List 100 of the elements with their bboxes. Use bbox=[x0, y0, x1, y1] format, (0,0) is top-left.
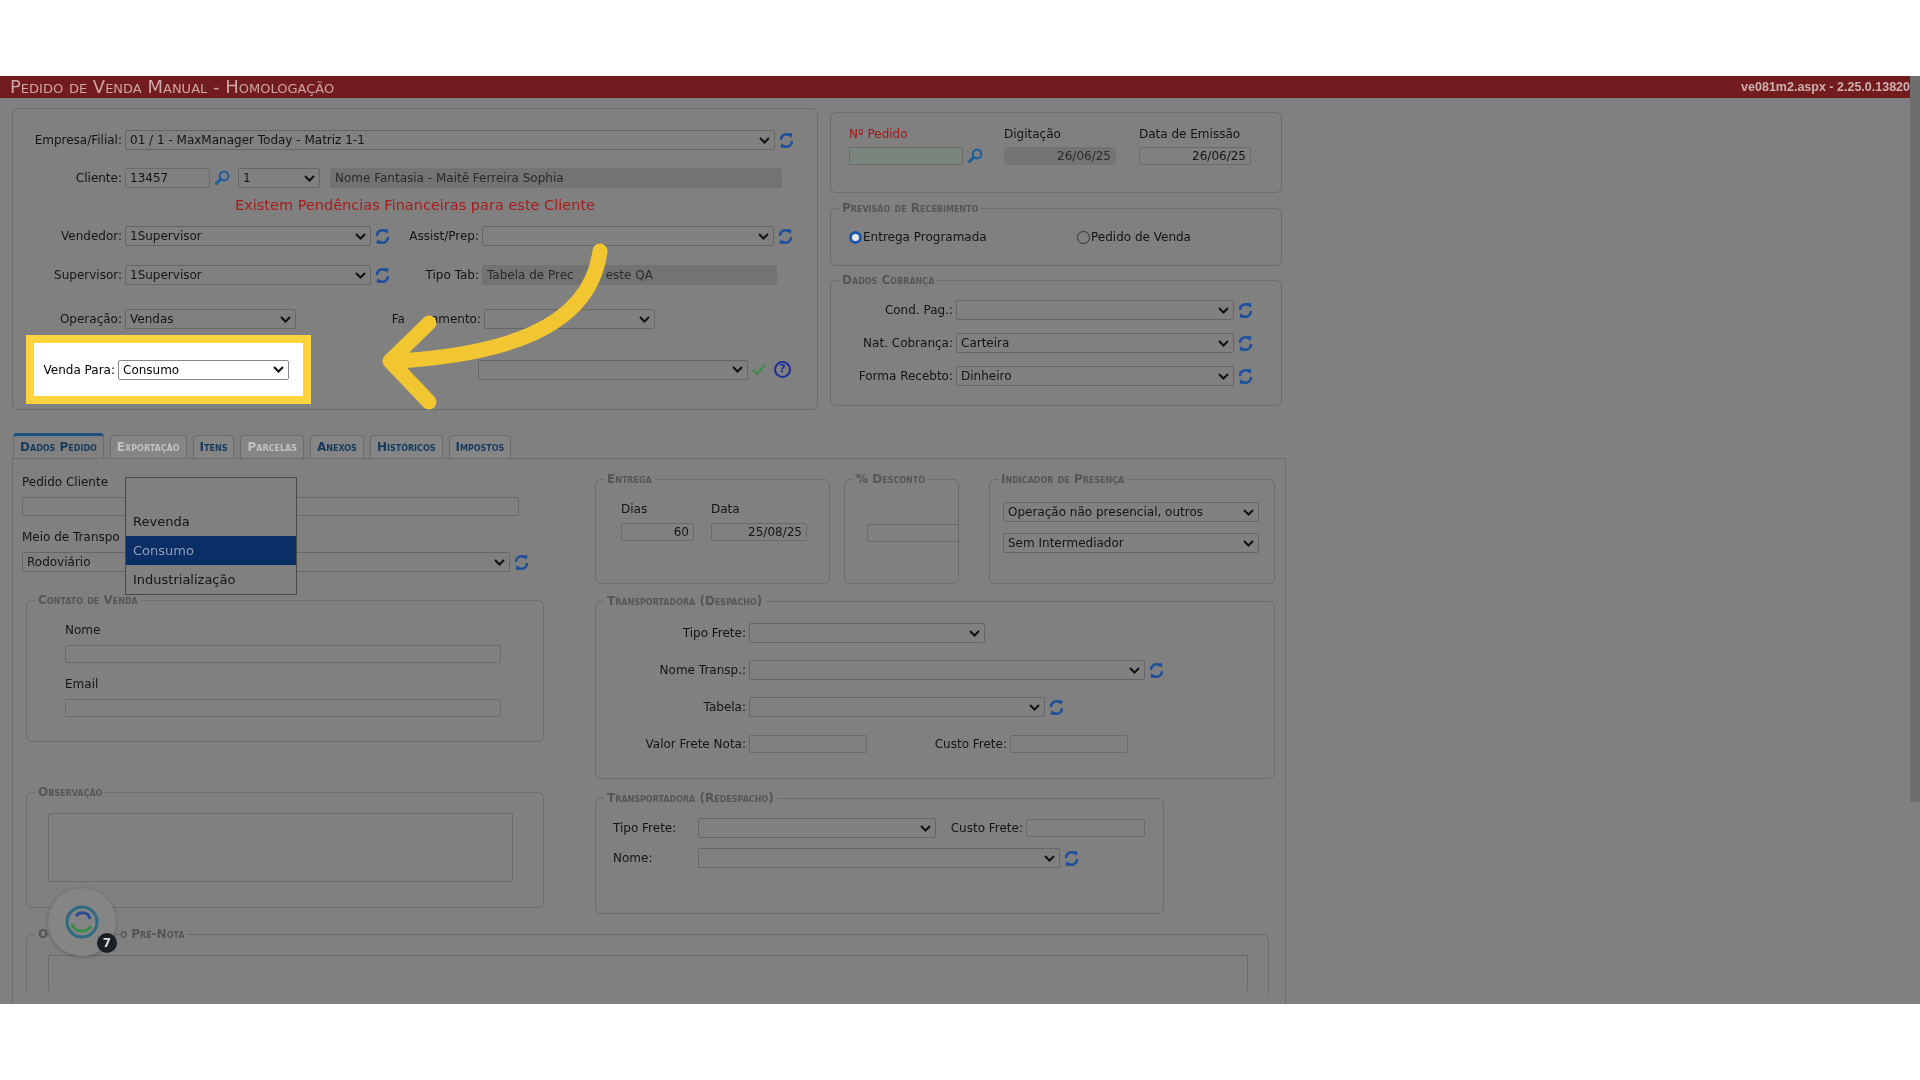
chevron-icon bbox=[1129, 666, 1140, 674]
field-label: Valor Frete Nota: bbox=[644, 736, 747, 753]
field-label: Nº Pedido bbox=[849, 126, 908, 143]
field-label: Cliente: bbox=[74, 170, 123, 187]
field-label: Nome bbox=[65, 622, 101, 639]
select-field[interactable]: Sem Intermediador bbox=[1003, 533, 1259, 553]
radio-button[interactable] bbox=[849, 230, 862, 244]
version-text: ve081m2.aspx - 2.25.0.13820 bbox=[1741, 78, 1910, 96]
chevron-icon bbox=[1218, 372, 1229, 380]
field-label: Tipo Frete: bbox=[681, 625, 747, 642]
chevron-icon bbox=[732, 366, 743, 373]
dropdown-option[interactable]: Industrialização bbox=[126, 565, 296, 594]
input-field[interactable]: Nome Fantasia - Maitê Ferreira Sophia bbox=[330, 168, 782, 188]
swirl-logo-icon bbox=[64, 904, 100, 940]
search-icon[interactable] bbox=[214, 170, 230, 186]
refresh-icon[interactable] bbox=[1064, 849, 1079, 867]
field-label: Nome Transp.: bbox=[658, 662, 747, 679]
select-field[interactable]: Dinheiro bbox=[956, 366, 1234, 386]
select-field[interactable] bbox=[749, 623, 985, 643]
select-field[interactable] bbox=[749, 660, 1145, 680]
radio-label: Entrega Programada bbox=[863, 229, 987, 246]
tab[interactable]: Impostos bbox=[448, 435, 512, 458]
field-label: Data bbox=[711, 501, 740, 518]
input-field[interactable]: 25/08/25 bbox=[711, 523, 807, 541]
chevron-icon bbox=[1218, 339, 1229, 347]
field-label: Supervisor: bbox=[53, 267, 123, 284]
field-label: Tabela: bbox=[702, 699, 747, 716]
field-label: Cond. Pag.: bbox=[883, 302, 954, 319]
refresh-icon[interactable] bbox=[779, 131, 794, 149]
select-field[interactable]: Consumo bbox=[118, 359, 289, 380]
chevron-icon bbox=[758, 232, 769, 240]
help-icon[interactable]: ? bbox=[774, 361, 791, 378]
chat-widget[interactable] bbox=[48, 888, 116, 956]
alert-message: Existem Pendências Financeiras para este Cliente bbox=[235, 197, 595, 213]
select-field[interactable] bbox=[698, 818, 936, 838]
select-field[interactable]: Vendas bbox=[125, 309, 296, 329]
select-field[interactable] bbox=[749, 697, 1045, 717]
field-label: Email bbox=[65, 676, 99, 693]
refresh-icon[interactable] bbox=[1238, 334, 1253, 352]
refresh-icon[interactable] bbox=[1238, 367, 1253, 385]
dropdown-option[interactable]: Revenda bbox=[126, 507, 296, 536]
refresh-icon[interactable] bbox=[1049, 698, 1064, 716]
field-label: Custo Frete: bbox=[949, 820, 1024, 837]
select-field[interactable]: 1Supervisor bbox=[125, 265, 371, 285]
select-field[interactable]: Operação não presencial, outros bbox=[1003, 502, 1259, 522]
select-field[interactable] bbox=[478, 359, 748, 380]
field-label: Digitação bbox=[1004, 126, 1061, 143]
dropdown-option[interactable]: Consumo bbox=[126, 536, 296, 565]
input-field[interactable] bbox=[849, 147, 963, 165]
select-field[interactable] bbox=[956, 300, 1234, 320]
input-field[interactable]: 13457 bbox=[125, 168, 210, 188]
refresh-icon[interactable] bbox=[375, 266, 390, 284]
refresh-icon[interactable] bbox=[778, 227, 793, 245]
select-field[interactable]: 1 bbox=[238, 168, 320, 188]
field-label: Meio de Transpo bbox=[22, 529, 120, 546]
page-title: Pedido de Venda Manual - Homologação bbox=[10, 78, 335, 96]
select-field[interactable]: Carteira bbox=[956, 333, 1234, 353]
field-label: Tipo Frete: bbox=[613, 820, 678, 837]
select-field[interactable]: 1Supervisor bbox=[125, 226, 371, 246]
search-icon[interactable] bbox=[967, 148, 983, 164]
scrollbar[interactable] bbox=[1910, 76, 1920, 802]
select-field[interactable] bbox=[482, 226, 774, 246]
chevron-icon bbox=[1243, 539, 1254, 547]
field-label: Fa bbox=[391, 311, 405, 328]
field-label: Data de Emissão bbox=[1139, 126, 1241, 143]
input-field[interactable]: 60 bbox=[621, 523, 694, 541]
refresh-icon[interactable] bbox=[375, 227, 390, 245]
chevron-icon bbox=[759, 136, 770, 144]
refresh-icon[interactable] bbox=[1238, 301, 1253, 319]
tab[interactable]: Anexos bbox=[310, 435, 364, 458]
refresh-icon[interactable] bbox=[514, 553, 529, 571]
check-icon bbox=[752, 363, 766, 376]
select-field[interactable]: 01 / 1 - MaxManager Today - Matriz 1-1 bbox=[125, 130, 775, 150]
input-field[interactable]: 26/06/25 bbox=[1139, 147, 1251, 165]
field-label: Nat. Cobrança: bbox=[862, 335, 954, 352]
refresh-icon[interactable] bbox=[1149, 661, 1164, 679]
field-label: Vendedor: bbox=[60, 228, 123, 245]
chevron-icon bbox=[304, 174, 315, 182]
field-label: Forma Recebto: bbox=[857, 368, 954, 385]
tab[interactable]: Itens bbox=[192, 435, 235, 458]
select-field[interactable] bbox=[698, 848, 1060, 868]
chevron-icon bbox=[1218, 306, 1229, 314]
field-label: Empresa/Filial: bbox=[33, 132, 123, 149]
field-label: Nome: bbox=[613, 850, 654, 867]
notification-badge: 7 bbox=[97, 933, 117, 953]
field-label: Tipo Tab: bbox=[424, 267, 480, 284]
chevron-icon bbox=[355, 232, 366, 240]
radio-label: Pedido de Venda bbox=[1091, 229, 1191, 246]
field-label: Venda Para: bbox=[42, 361, 116, 379]
field-label: Dias bbox=[621, 501, 648, 518]
chevron-icon bbox=[1029, 703, 1040, 711]
field-label: Pedido Cliente bbox=[22, 474, 109, 491]
tab[interactable]: Históricos bbox=[369, 435, 443, 458]
chevron-icon bbox=[1044, 854, 1055, 862]
chevron-icon bbox=[280, 315, 291, 323]
chevron-icon bbox=[920, 824, 931, 832]
input-field[interactable]: Tabela de Prec este QA bbox=[482, 265, 777, 285]
field-label: Operação: bbox=[58, 311, 123, 328]
input-field[interactable]: 26/06/25 bbox=[1004, 147, 1116, 165]
tab[interactable]: Dados Pedido bbox=[13, 433, 104, 458]
